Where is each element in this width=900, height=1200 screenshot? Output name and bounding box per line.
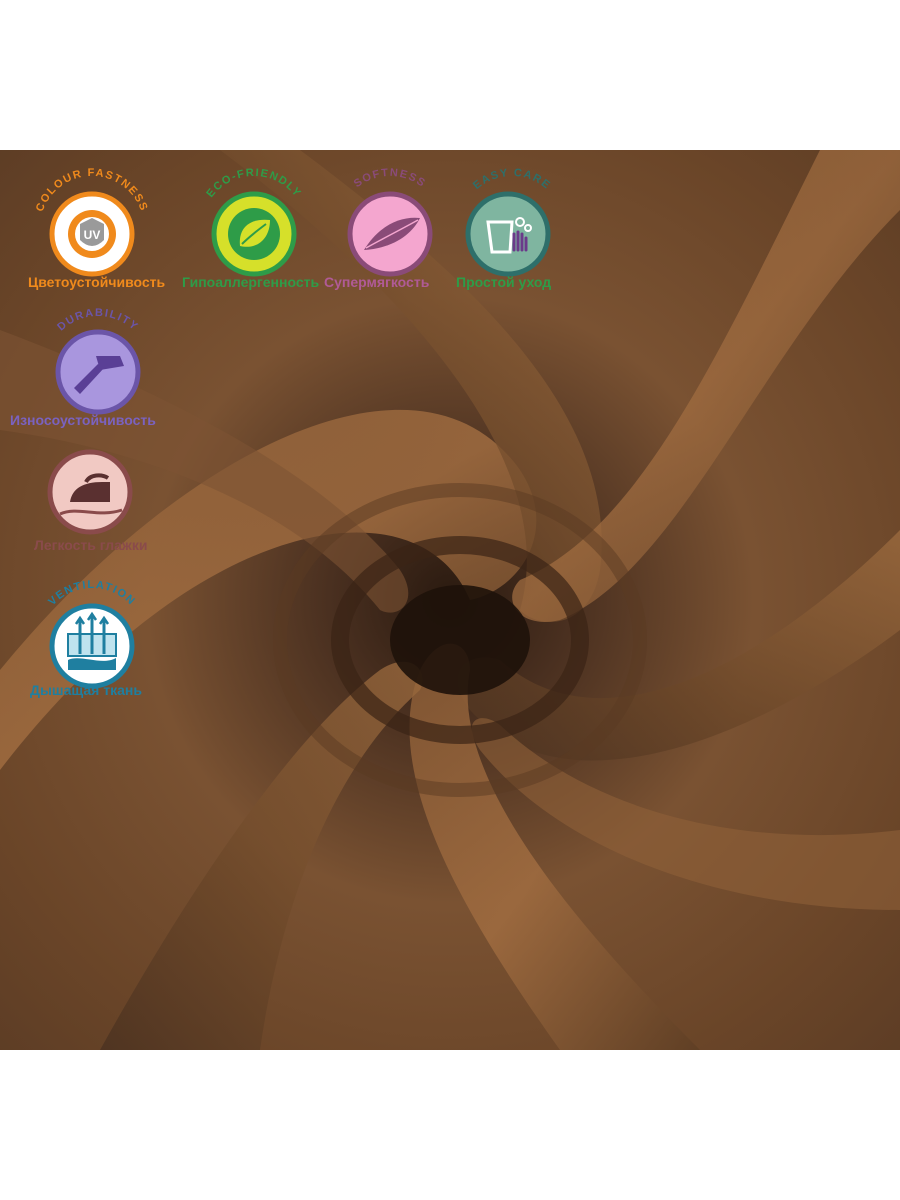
uv-sun-icon: UV	[68, 210, 116, 258]
badge-arc-text: DURABILITY	[55, 307, 140, 334]
badge-arc-text: EASY CARE	[471, 167, 553, 192]
badge-label: Простой уход	[456, 274, 552, 290]
badge-arc-text: SOFTNESS	[352, 167, 428, 190]
badge-label: Легкость глажки	[34, 537, 148, 553]
badge-label: Износоустойчивость	[10, 412, 156, 428]
badge-label: Дышащая ткань	[30, 682, 142, 698]
svg-text:UV: UV	[84, 228, 101, 242]
leaf-icon	[228, 208, 280, 260]
